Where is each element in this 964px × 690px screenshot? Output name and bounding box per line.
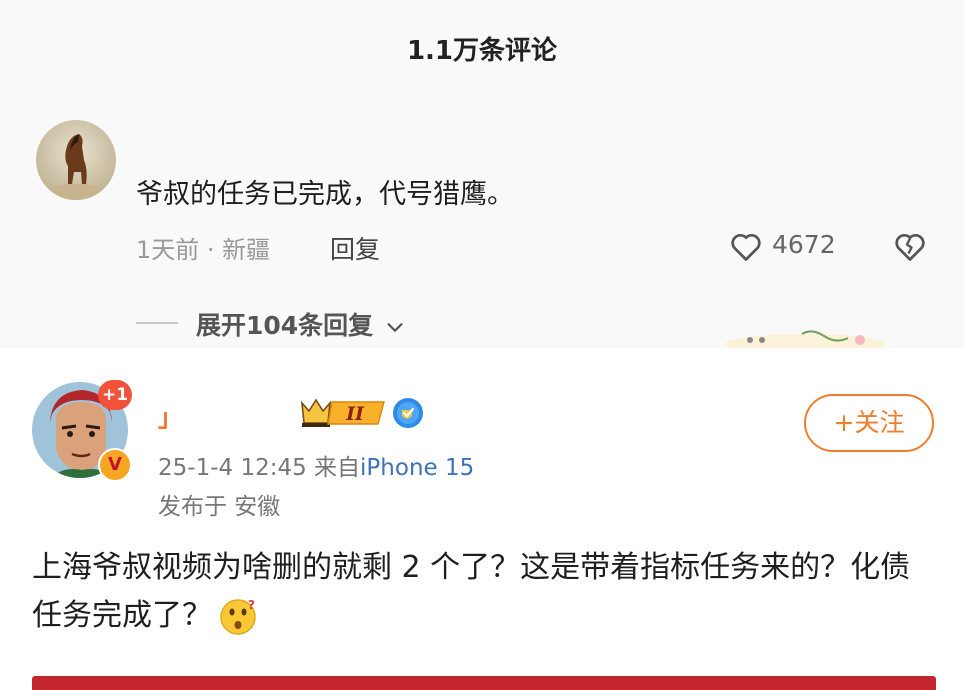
svg-text:?: ? [248,598,255,612]
reply-button[interactable]: 回复 [330,230,380,266]
sticker-edge-decoration [725,330,885,348]
comment-text: 爷叔的任务已完成，代号猎鹰。 [136,179,514,210]
expand-replies-button[interactable]: 展开104条回复 [196,306,406,342]
comment-time-location: 1天前 · 新疆 [136,236,271,264]
follow-button[interactable]: +关注 [804,394,934,452]
expand-divider [136,322,178,324]
verified-badge-icon [393,398,423,428]
post-time-source: 25-1-4 12:45 来自iPhone 15 [158,448,474,482]
comments-panel: 1.1万条评论 爷叔的任务已完成，代号猎鹰。 1天前 · 新疆 回复 4672 … [0,0,964,348]
commenter-avatar[interactable] [36,120,116,200]
post-body-text: 上海爷叔视频为啥删的就剩 2 个了？这是带着指标任务来的？化债任务完成了？ [32,550,911,633]
expand-replies-label: 展开104条回复 [196,311,374,340]
comments-count-title: 1.1万条评论 [406,36,558,66]
post-from-label: 来自 [314,455,361,481]
post-body: 上海爷叔视频为啥删的就剩 2 个了？这是带着指标任务来的？化债任务完成了？ ? [32,544,932,640]
post-device[interactable]: iPhone 15 [360,455,474,481]
crown-badge-icon: II [300,398,385,427]
rank-badge-label: II [345,403,365,425]
broken-heart-icon[interactable] [892,228,928,264]
heart-icon[interactable] [728,228,764,264]
chevron-down-icon [387,323,403,332]
like-count: 4672 [772,230,836,259]
red-content-edge [32,676,936,690]
post-time: 25-1-4 12:45 [158,455,307,481]
new-badge: +1 [98,380,132,410]
vip-badge: V [98,448,132,482]
horse-avatar-icon [36,120,116,200]
post-location: 发布于 安徽 [158,494,281,520]
thinking-face-emoji-icon: ? [220,598,256,635]
poster-username[interactable]: 」 [158,398,294,432]
